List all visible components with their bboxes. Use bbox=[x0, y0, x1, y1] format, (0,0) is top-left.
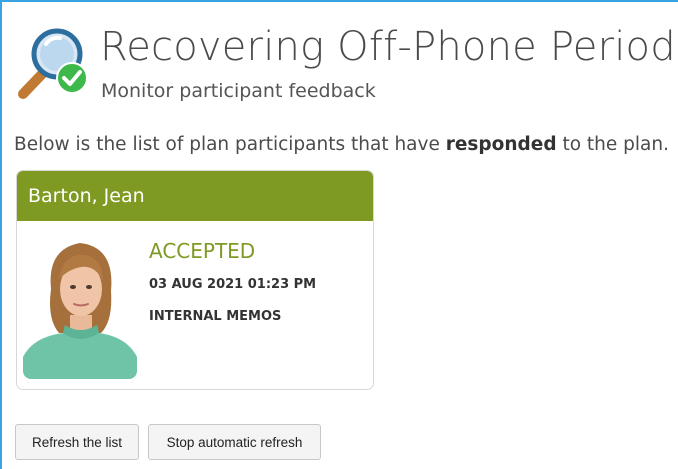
participant-card: Barton, Jean ACCEPTED 03 AUG 2021 01:23 … bbox=[16, 170, 374, 390]
magnifier-check-icon bbox=[14, 26, 94, 102]
page-title: Recovering Off-Phone Periods bbox=[100, 24, 678, 70]
participant-name: Barton, Jean bbox=[17, 171, 373, 221]
page-subtitle: Monitor participant feedback bbox=[101, 80, 376, 102]
response-datetime: 03 AUG 2021 01:23 PM bbox=[149, 277, 317, 292]
refresh-list-button[interactable]: Refresh the list bbox=[15, 424, 139, 460]
intro-text-end: to the plan. bbox=[556, 134, 669, 155]
response-status: ACCEPTED bbox=[149, 239, 256, 263]
intro-text-start: Below is the list of plan participants t… bbox=[14, 134, 446, 155]
response-channel: INTERNAL MEMOS bbox=[149, 309, 282, 324]
page-header: Recovering Off-Phone Periods Monitor par… bbox=[14, 24, 678, 104]
stop-auto-refresh-button[interactable]: Stop automatic refresh bbox=[148, 424, 321, 460]
intro-text-emphasis: responded bbox=[445, 134, 557, 155]
participant-avatar bbox=[23, 229, 137, 379]
intro-text: Below is the list of plan participants t… bbox=[14, 134, 669, 155]
